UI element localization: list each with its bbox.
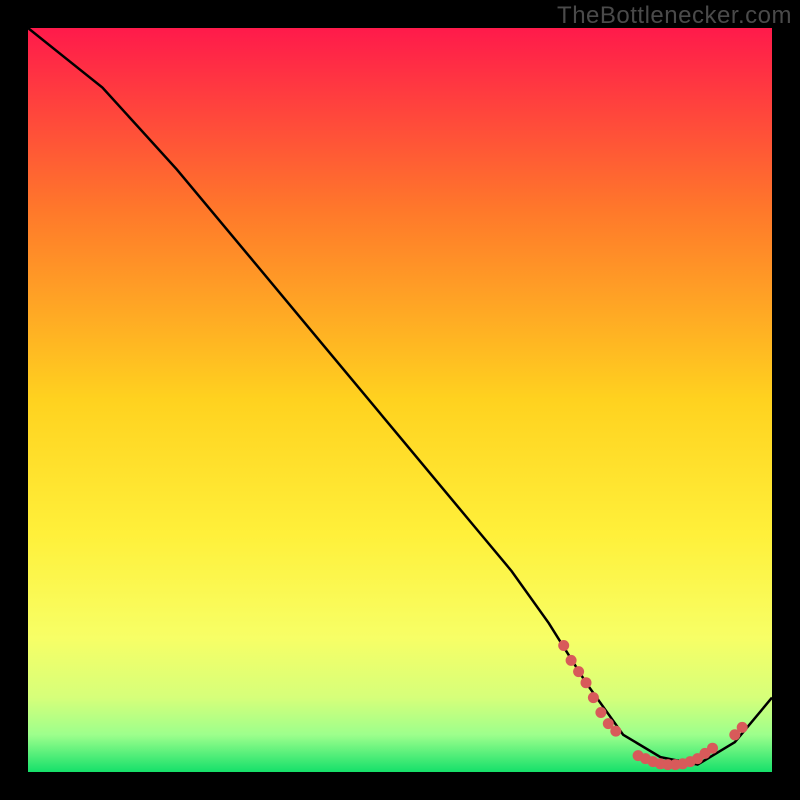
highlight-segment-left-dot	[566, 655, 577, 666]
highlight-segment-left-dot	[595, 707, 606, 718]
attribution-text: TheBottlenecker.com	[557, 2, 792, 30]
chart-plot-area	[28, 28, 772, 772]
highlight-segment-bottom-dot	[707, 743, 718, 754]
highlight-segment-left-dot	[581, 677, 592, 688]
highlight-segment-right-dot	[737, 722, 748, 733]
highlight-segment-left-dot	[573, 666, 584, 677]
chart-frame: TheBottlenecker.com	[0, 0, 800, 800]
highlight-segment-left-dot	[610, 726, 621, 737]
highlight-segment-left-dot	[558, 640, 569, 651]
highlight-segment-left-dot	[588, 692, 599, 703]
chart-svg	[28, 28, 772, 772]
gradient-background	[28, 28, 772, 772]
